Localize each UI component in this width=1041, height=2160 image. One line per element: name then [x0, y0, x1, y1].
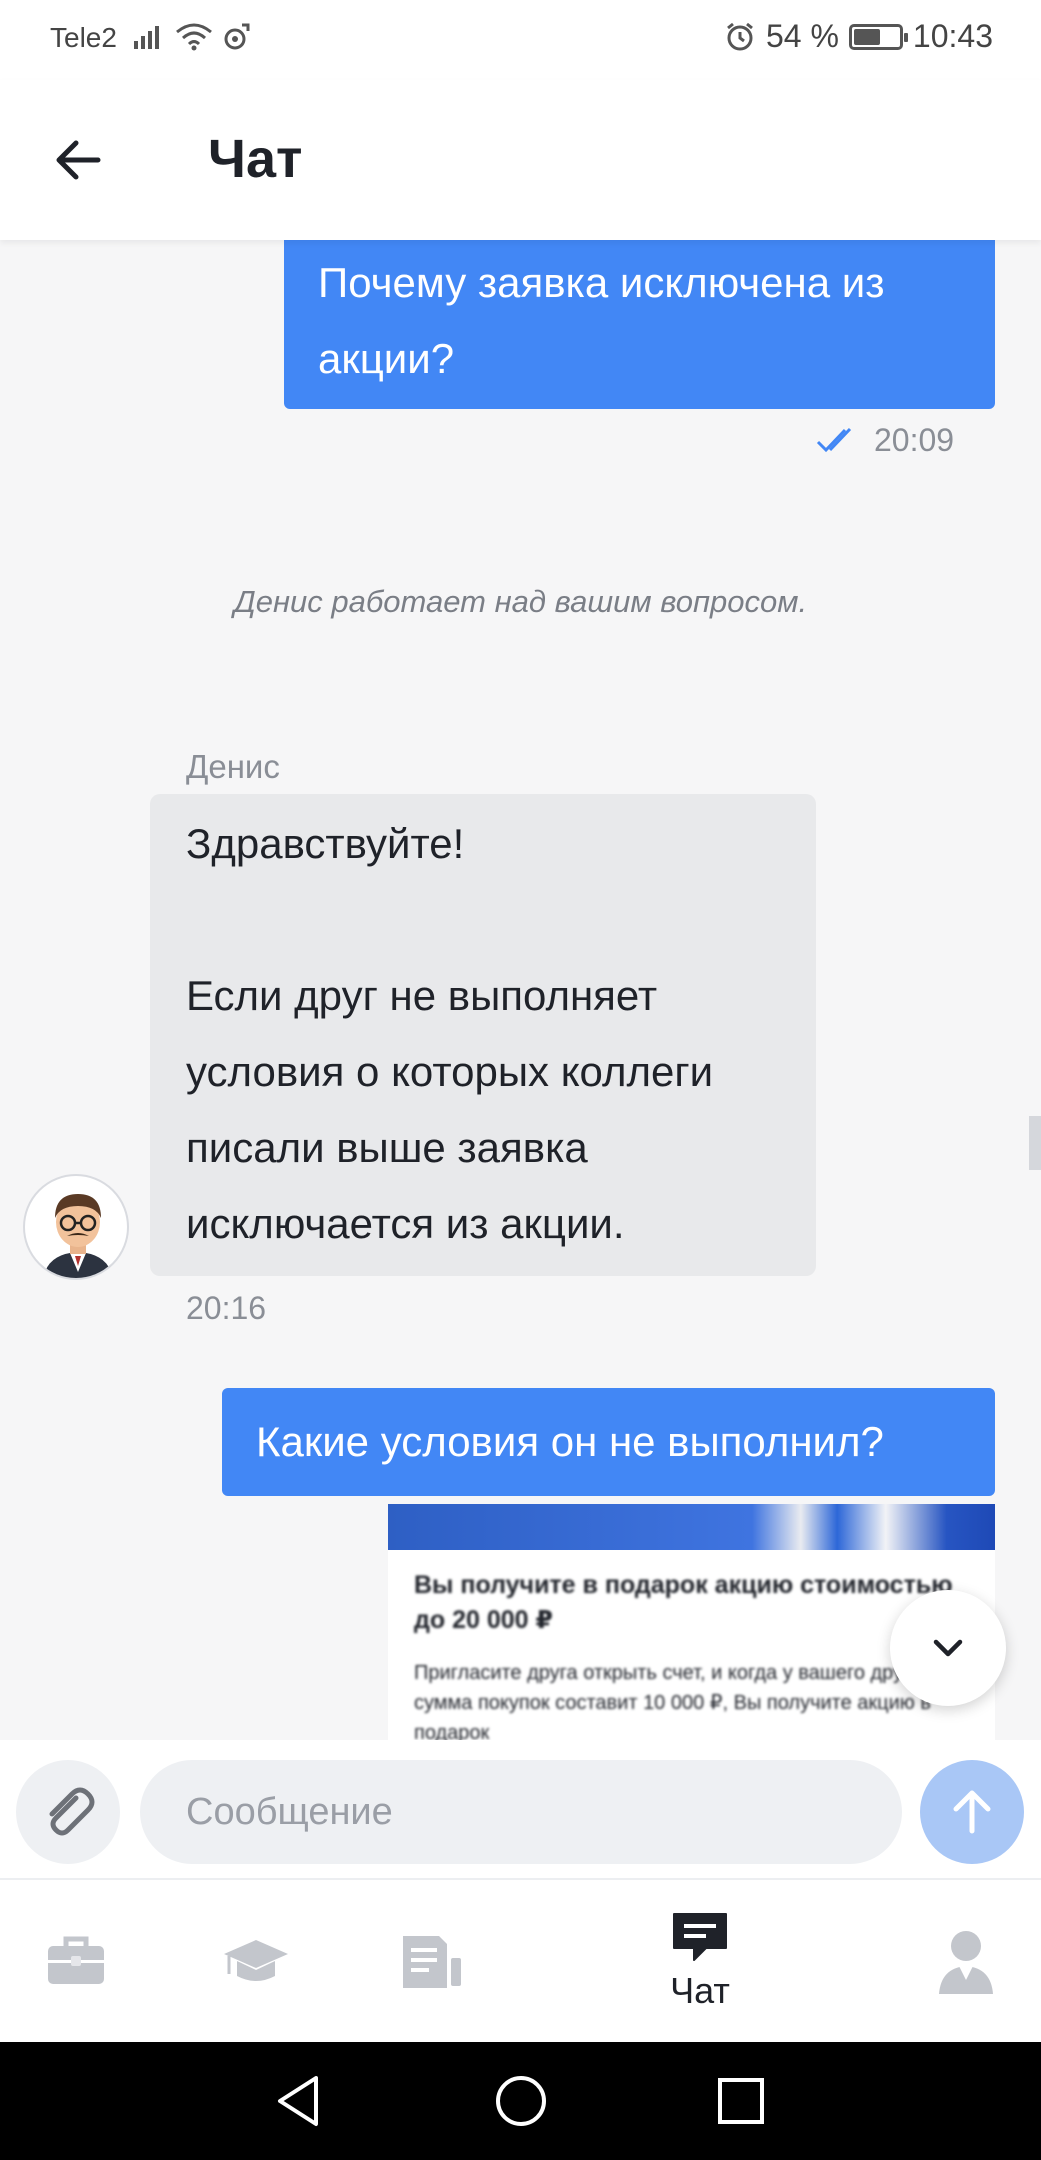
square-recents-icon	[718, 2078, 764, 2124]
message-text: Если друг не выполняет условия о которых…	[186, 972, 714, 1247]
message-time: 20:16	[186, 1290, 267, 1326]
wifi-icon	[176, 23, 212, 51]
message-time: 20:09	[874, 422, 955, 458]
outgoing-message[interactable]: Какие условия он не выполнил?	[222, 1388, 995, 1496]
agent-avatar	[23, 1174, 129, 1280]
message-greeting: Здравствуйте!	[186, 820, 465, 867]
chat-messages[interactable]: Почему заявка исключена из акции? 20:09 …	[0, 240, 1041, 1740]
back-button[interactable]	[50, 130, 110, 190]
triangle-back-icon	[278, 2076, 318, 2126]
arrow-up-icon	[953, 1790, 991, 1834]
back-arrow-icon	[56, 140, 101, 180]
briefcase-icon	[48, 1936, 104, 1984]
scroll-to-bottom-button[interactable]	[890, 1590, 1006, 1706]
status-bar: Tele2 54 % 10:43	[0, 0, 1041, 80]
system-back-button[interactable]	[268, 2070, 330, 2132]
carrier-name: Tele2	[50, 22, 117, 53]
read-double-check-icon	[816, 427, 852, 453]
app-header: Чат	[0, 80, 1041, 240]
agent-face-icon	[43, 1194, 113, 1278]
alarm-icon	[727, 22, 753, 50]
battery-icon	[848, 23, 908, 50]
chat-icon	[673, 1913, 727, 1961]
tab-profile[interactable]	[920, 1880, 1012, 2042]
message-composer	[0, 1740, 1041, 1880]
scroll-indicator[interactable]	[1029, 1116, 1041, 1170]
tab-chat[interactable]: Чат	[650, 1880, 750, 2042]
system-navigation-bar	[0, 2042, 1041, 2160]
attachment-title: Вы получите в подарок акцию стоимостью д…	[414, 1571, 953, 1634]
attachment-body: Пригласите друга открыть счет, и когда у…	[414, 1662, 931, 1740]
page-title: Чат	[208, 129, 303, 189]
battery-level	[853, 28, 880, 45]
chevron-down-icon	[933, 1639, 963, 1657]
music-notification-icon	[224, 23, 250, 50]
attach-file-button[interactable]	[16, 1760, 120, 1864]
battery-percent: 54 %	[765, 18, 839, 54]
message-text: Какие условия он не выполнил?	[256, 1418, 884, 1465]
document-icon	[403, 1936, 461, 1988]
status-icons-left	[132, 22, 252, 52]
bottom-tab-bar: Чат	[0, 1880, 1041, 2042]
attachment-banner	[388, 1504, 995, 1550]
tab-documents[interactable]	[386, 1880, 478, 2042]
tab-learning[interactable]	[210, 1880, 302, 2042]
send-button[interactable]	[920, 1760, 1024, 1864]
signal-icon	[134, 26, 159, 49]
status-icons-right: 54 % 10:43	[724, 18, 993, 55]
circle-home-icon	[496, 2076, 546, 2126]
message-text: Почему заявка исключена из акции?	[318, 259, 885, 382]
tab-portfolio[interactable]	[30, 1880, 122, 2042]
system-recents-button[interactable]	[710, 2070, 772, 2132]
clock: 10:43	[912, 18, 993, 54]
profile-icon	[939, 1931, 993, 1994]
paperclip-icon	[49, 1787, 95, 1836]
incoming-message[interactable]: Здравствуйте! Если друг не выполняет усл…	[150, 794, 816, 1276]
graduation-cap-icon	[224, 1940, 288, 1981]
tab-label: Чат	[670, 1970, 730, 2011]
message-input[interactable]	[140, 1760, 902, 1864]
system-message: Денис работает над вашим вопросом.	[233, 584, 808, 619]
system-home-button[interactable]	[490, 2070, 552, 2132]
outgoing-message[interactable]: Почему заявка исключена из акции?	[284, 240, 995, 409]
sender-name: Денис	[186, 748, 280, 785]
